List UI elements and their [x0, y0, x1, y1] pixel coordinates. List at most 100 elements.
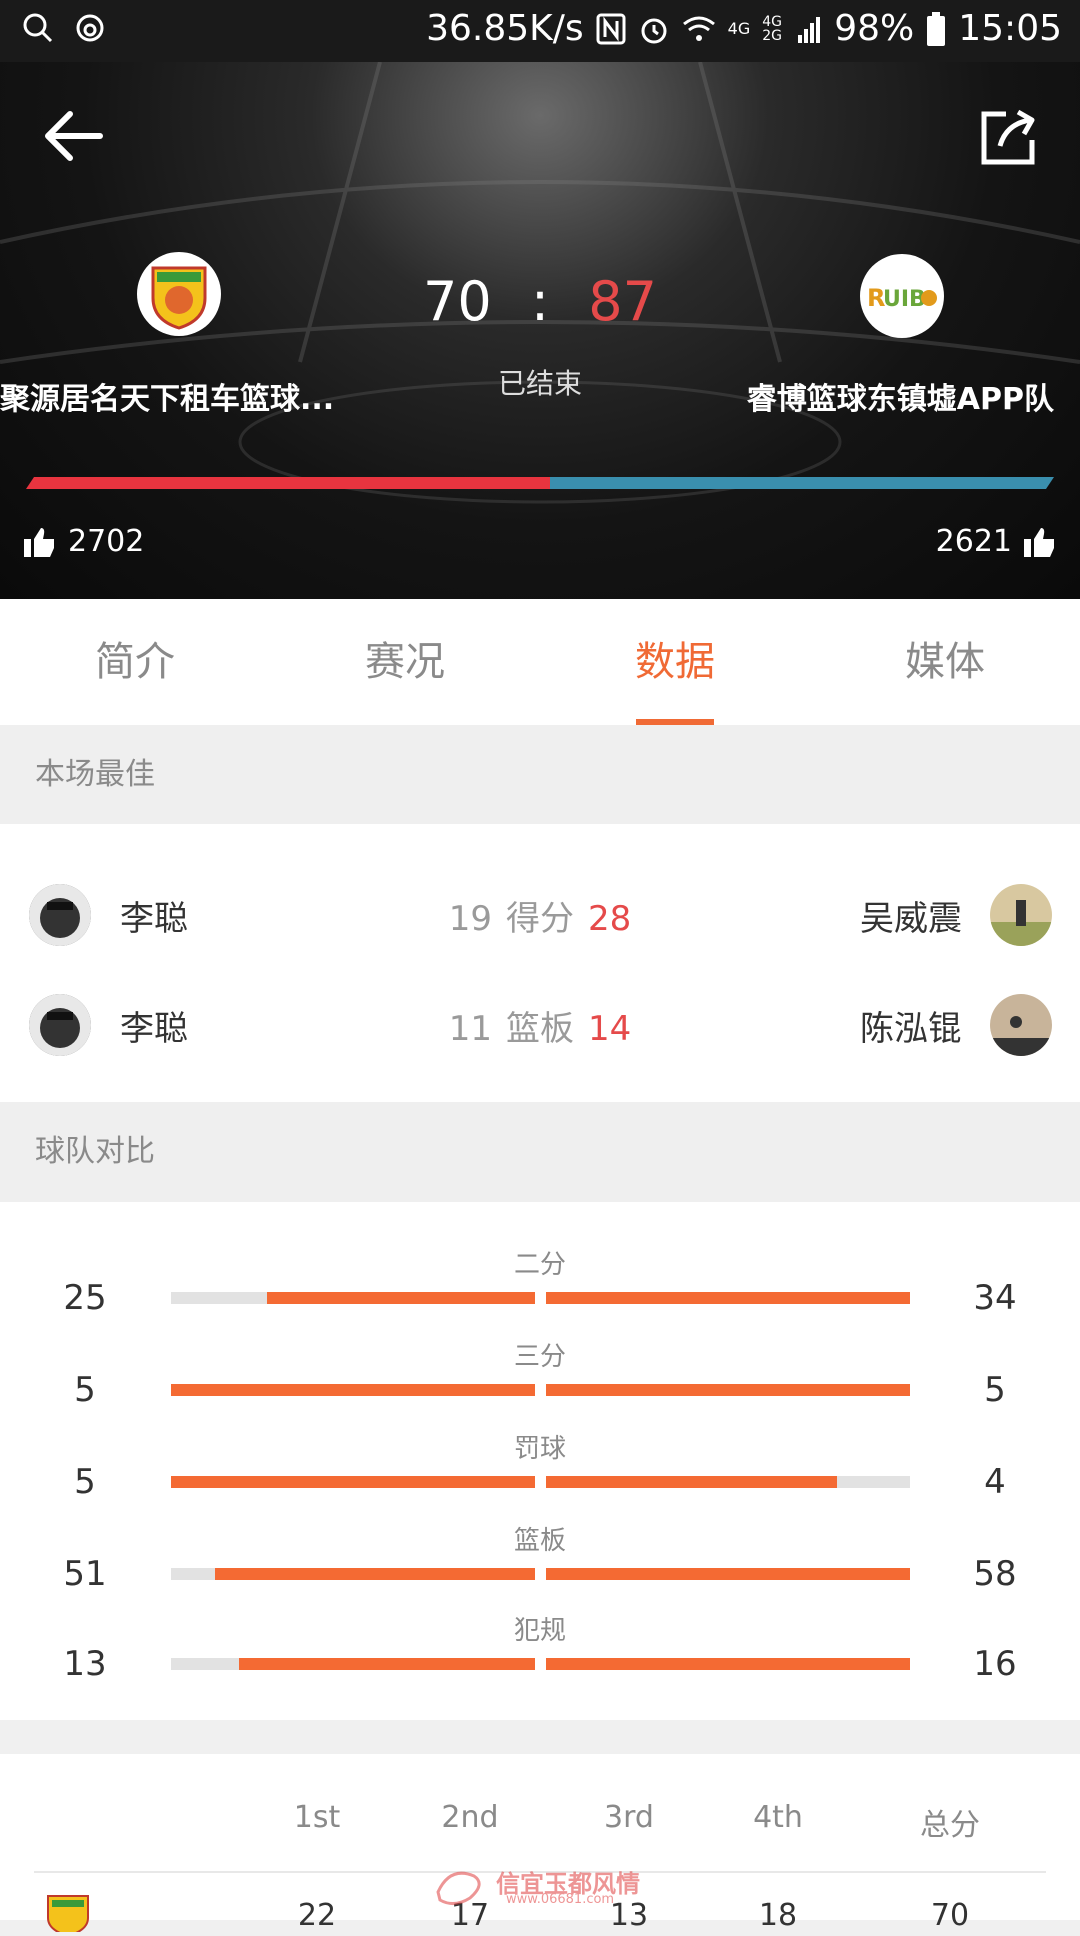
away-value: 16: [973, 1644, 1017, 1684]
home-bar-track: [171, 1476, 535, 1488]
home-likes-bar: [26, 477, 550, 489]
away-likes-bar: [550, 477, 1054, 489]
battery-icon: [927, 11, 946, 46]
away-bar-fill: [546, 1658, 910, 1670]
away-bar-fill: [546, 1384, 910, 1396]
best-row[interactable]: 李聪 11 篮板 14 陈泓锟: [0, 985, 1080, 1065]
away-player-name: 吴威震: [860, 899, 962, 939]
home-bar-track: [171, 1384, 535, 1396]
net-speed: 36.85K/s: [426, 8, 584, 49]
wifi-icon: [682, 16, 715, 41]
home-q4: 18: [758, 1898, 798, 1933]
avatar: [990, 994, 1052, 1056]
away-bar-track: [546, 1292, 910, 1304]
home-total: 70: [930, 1898, 970, 1933]
compare-section-title: 球队对比: [0, 1102, 1080, 1202]
home-bar-fill: [215, 1568, 535, 1580]
watermark-logo: [436, 1871, 481, 1905]
home-value: 25: [63, 1278, 107, 1318]
home-bar-fill: [239, 1658, 535, 1670]
tab-bar: 简介 赛况 数据 媒体: [0, 599, 1080, 725]
network-type-2: 4G 2G: [762, 13, 782, 44]
quarter-header: 4th: [753, 1800, 803, 1835]
share-icon[interactable]: [976, 106, 1040, 170]
compare-row: 三分 5 5: [0, 1336, 1080, 1416]
clock: 15:05: [958, 8, 1062, 49]
home-team-logo-small: [42, 1892, 94, 1936]
stat-label: 得分: [506, 899, 574, 939]
compare-label: 篮板: [513, 1526, 566, 1556]
away-bar-track: [546, 1568, 910, 1580]
away-bar-fill: [546, 1476, 838, 1488]
home-value: 5: [74, 1462, 96, 1502]
scoreboard: 70 : 87: [0, 270, 1080, 333]
watermark: 信宜玉都风情 www.06681.com: [430, 1862, 650, 1912]
alarm-icon: [641, 18, 667, 43]
match-status: 已结束: [497, 367, 582, 400]
likes-ratio-bar: [26, 477, 1054, 489]
tab-data[interactable]: 数据: [540, 599, 810, 725]
home-q1: 22: [297, 1898, 337, 1933]
tab-live[interactable]: 赛况: [270, 599, 540, 725]
away-value: 5: [984, 1370, 1006, 1410]
home-bar-track: [171, 1568, 535, 1580]
home-value: 51: [63, 1554, 107, 1594]
avatar: [990, 884, 1052, 946]
away-value: 34: [973, 1278, 1017, 1318]
home-stat-value: 19: [448, 899, 492, 939]
watermark-url: www.06681.com: [506, 1892, 615, 1907]
quarter-header: 总分: [920, 1808, 980, 1843]
status-bar: 36.85K/s 4G 4G 2G 98% 15:05: [0, 0, 1080, 62]
away-bar-fill: [546, 1568, 910, 1580]
back-arrow-icon[interactable]: [40, 106, 110, 166]
compare-row: 篮板 51 58: [0, 1520, 1080, 1600]
home-stat-value: 11: [448, 1009, 492, 1049]
home-value: 13: [63, 1644, 107, 1684]
compare-row: 二分 25 34: [0, 1244, 1080, 1324]
thumbs-up-icon: [1024, 527, 1054, 557]
away-like-button[interactable]: 2621: [936, 524, 1056, 559]
stat-label: 篮板: [506, 1009, 574, 1049]
home-score: 70: [423, 270, 492, 333]
best-players-panel: 李聪 19 得分 28 吴威震 李聪 11 篮板 14 陈泓锟: [0, 824, 1080, 1102]
tab-media[interactable]: 媒体: [810, 599, 1080, 725]
away-stat-value: 28: [588, 899, 632, 939]
away-score: 87: [588, 270, 657, 333]
match-header: R UIB 聚源居名天下租车篮球... 睿博篮球东镇墟APP队 70 : 87 已…: [0, 62, 1080, 599]
home-value: 5: [74, 1370, 96, 1410]
network-type: 4G: [727, 19, 751, 38]
team-compare-panel: 二分 25 34 三分 5 5 罚球 5 4 篮板 51 58 犯规 13 16: [0, 1202, 1080, 1720]
weibo-icon: [76, 14, 104, 42]
away-bar-track: [546, 1384, 910, 1396]
tab-intro[interactable]: 简介: [0, 599, 270, 725]
compare-label: 犯规: [513, 1616, 566, 1646]
quarter-header: 2nd: [441, 1800, 499, 1835]
home-likes-count: 2702: [68, 524, 145, 559]
quarter-header: 3rd: [604, 1800, 654, 1835]
home-bar-fill: [171, 1384, 535, 1396]
home-bar-fill: [267, 1292, 535, 1304]
compare-row: 犯规 13 16: [0, 1610, 1080, 1690]
away-likes-count: 2621: [935, 524, 1012, 559]
away-value: 4: [984, 1462, 1006, 1502]
away-value: 58: [973, 1554, 1017, 1594]
best-row[interactable]: 李聪 19 得分 28 吴威震: [0, 875, 1080, 955]
home-bar-fill: [171, 1476, 535, 1488]
best-section-title: 本场最佳: [0, 725, 1080, 824]
search-icon: [23, 13, 53, 43]
away-player-name: 陈泓锟: [860, 1009, 962, 1049]
compare-label: 三分: [513, 1342, 566, 1372]
score-separator: :: [530, 270, 550, 333]
away-bar-fill: [546, 1292, 910, 1304]
away-bar-track: [546, 1476, 910, 1488]
away-stat-value: 14: [588, 1009, 632, 1049]
compare-row: 罚球 5 4: [0, 1428, 1080, 1508]
home-like-button[interactable]: 2702: [24, 524, 144, 559]
away-bar-track: [546, 1658, 910, 1670]
compare-label: 二分: [513, 1250, 566, 1280]
battery-percent: 98%: [834, 8, 915, 49]
compare-label: 罚球: [513, 1434, 566, 1464]
home-bar-track: [171, 1292, 535, 1304]
nfc-icon: [596, 13, 626, 44]
thumbs-up-icon: [24, 527, 54, 557]
